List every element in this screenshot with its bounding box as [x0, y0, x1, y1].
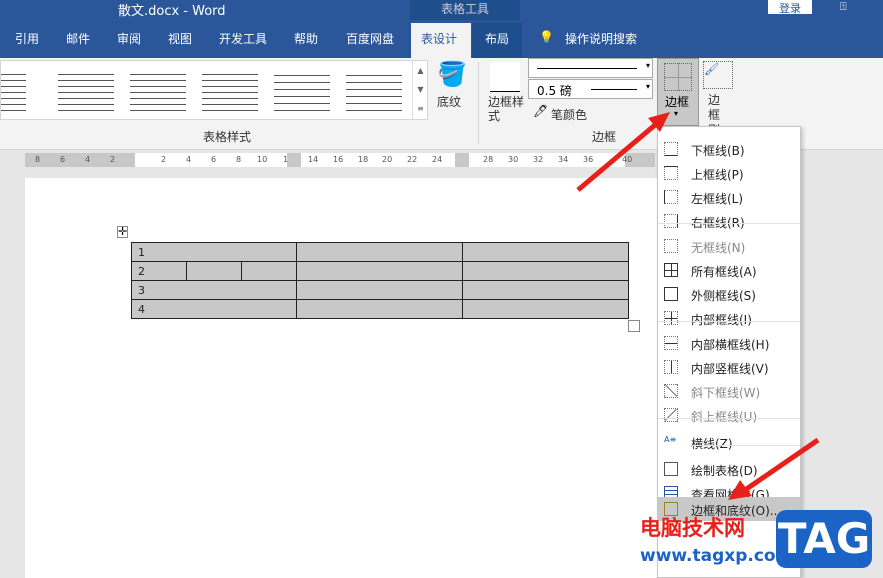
annotation-arrows [576, 112, 820, 500]
arrow-to-borders-shading [743, 437, 820, 493]
watermark-site: 电脑技术网 [640, 516, 745, 540]
arrow-to-borders-button [576, 123, 657, 192]
watermark-url: www.tagxp.com [640, 546, 794, 566]
watermark-tag-logo: TAG [776, 510, 872, 568]
